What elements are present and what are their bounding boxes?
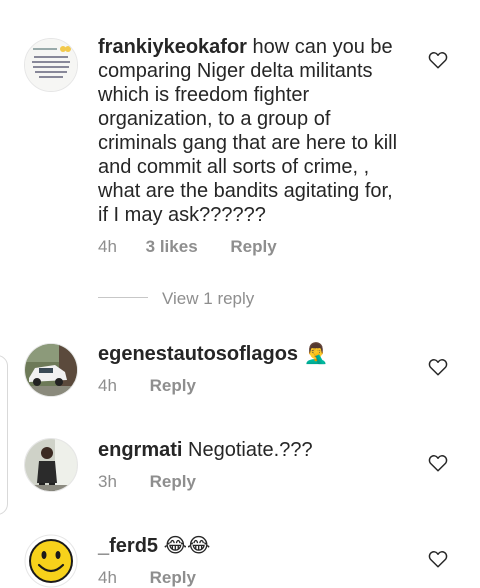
reply-button[interactable]: Reply xyxy=(150,568,196,588)
comment-likes[interactable]: 3 likes xyxy=(146,237,198,257)
smiley-avatar-icon xyxy=(24,534,78,588)
left-panel-edge xyxy=(0,355,8,515)
like-heart-icon[interactable] xyxy=(428,358,448,376)
comment-username[interactable]: egenestautosoflagos xyxy=(98,343,298,365)
reply-button[interactable]: Reply xyxy=(150,376,196,396)
view-replies-label: View 1 reply xyxy=(162,289,255,308)
comment-time: 3h xyxy=(98,472,117,491)
avatar[interactable] xyxy=(24,438,78,492)
reply-button[interactable]: Reply xyxy=(150,472,196,492)
car-avatar-icon xyxy=(25,344,77,396)
comment-meta: 3h Reply xyxy=(98,472,196,492)
avatar[interactable] xyxy=(24,38,78,92)
like-heart-icon[interactable] xyxy=(428,550,448,568)
person-avatar-icon xyxy=(25,439,77,491)
comment-username[interactable]: frankiykeokafor xyxy=(98,36,247,58)
comment-body: _ferd5 😂😂 xyxy=(98,534,398,558)
comment-body: egenestautosoflagos 🤦‍♂️ xyxy=(98,342,398,366)
facepalm-emoji: 🤦‍♂️ xyxy=(303,343,329,365)
avatar[interactable] xyxy=(24,343,78,397)
comment-text: 😂😂 xyxy=(163,535,211,557)
comment-username[interactable]: _ferd5 xyxy=(98,535,158,557)
comment-body: frankiykeokafor how can you be comparing… xyxy=(98,35,398,227)
comment-time: 4h xyxy=(98,376,117,395)
view-replies-divider xyxy=(98,297,148,298)
comment-time: 4h xyxy=(98,237,117,256)
like-heart-icon[interactable] xyxy=(428,454,448,472)
comment-text: how can you be comparing Niger delta mil… xyxy=(98,36,398,226)
like-heart-icon[interactable] xyxy=(428,51,448,69)
comment-username[interactable]: engrmati xyxy=(98,439,182,461)
text-post-avatar-icon xyxy=(25,39,77,91)
comment-body: engrmati Negotiate.??? xyxy=(98,438,398,462)
comment-text: Negotiate.??? xyxy=(188,439,313,461)
comment-time: 4h xyxy=(98,568,117,587)
comment-meta: 4h 3 likes Reply xyxy=(98,237,277,257)
reply-button[interactable]: Reply xyxy=(230,237,276,257)
comment-meta: 4h Reply xyxy=(98,376,196,396)
avatar[interactable] xyxy=(24,534,78,588)
comment-meta: 4h Reply xyxy=(98,568,196,588)
